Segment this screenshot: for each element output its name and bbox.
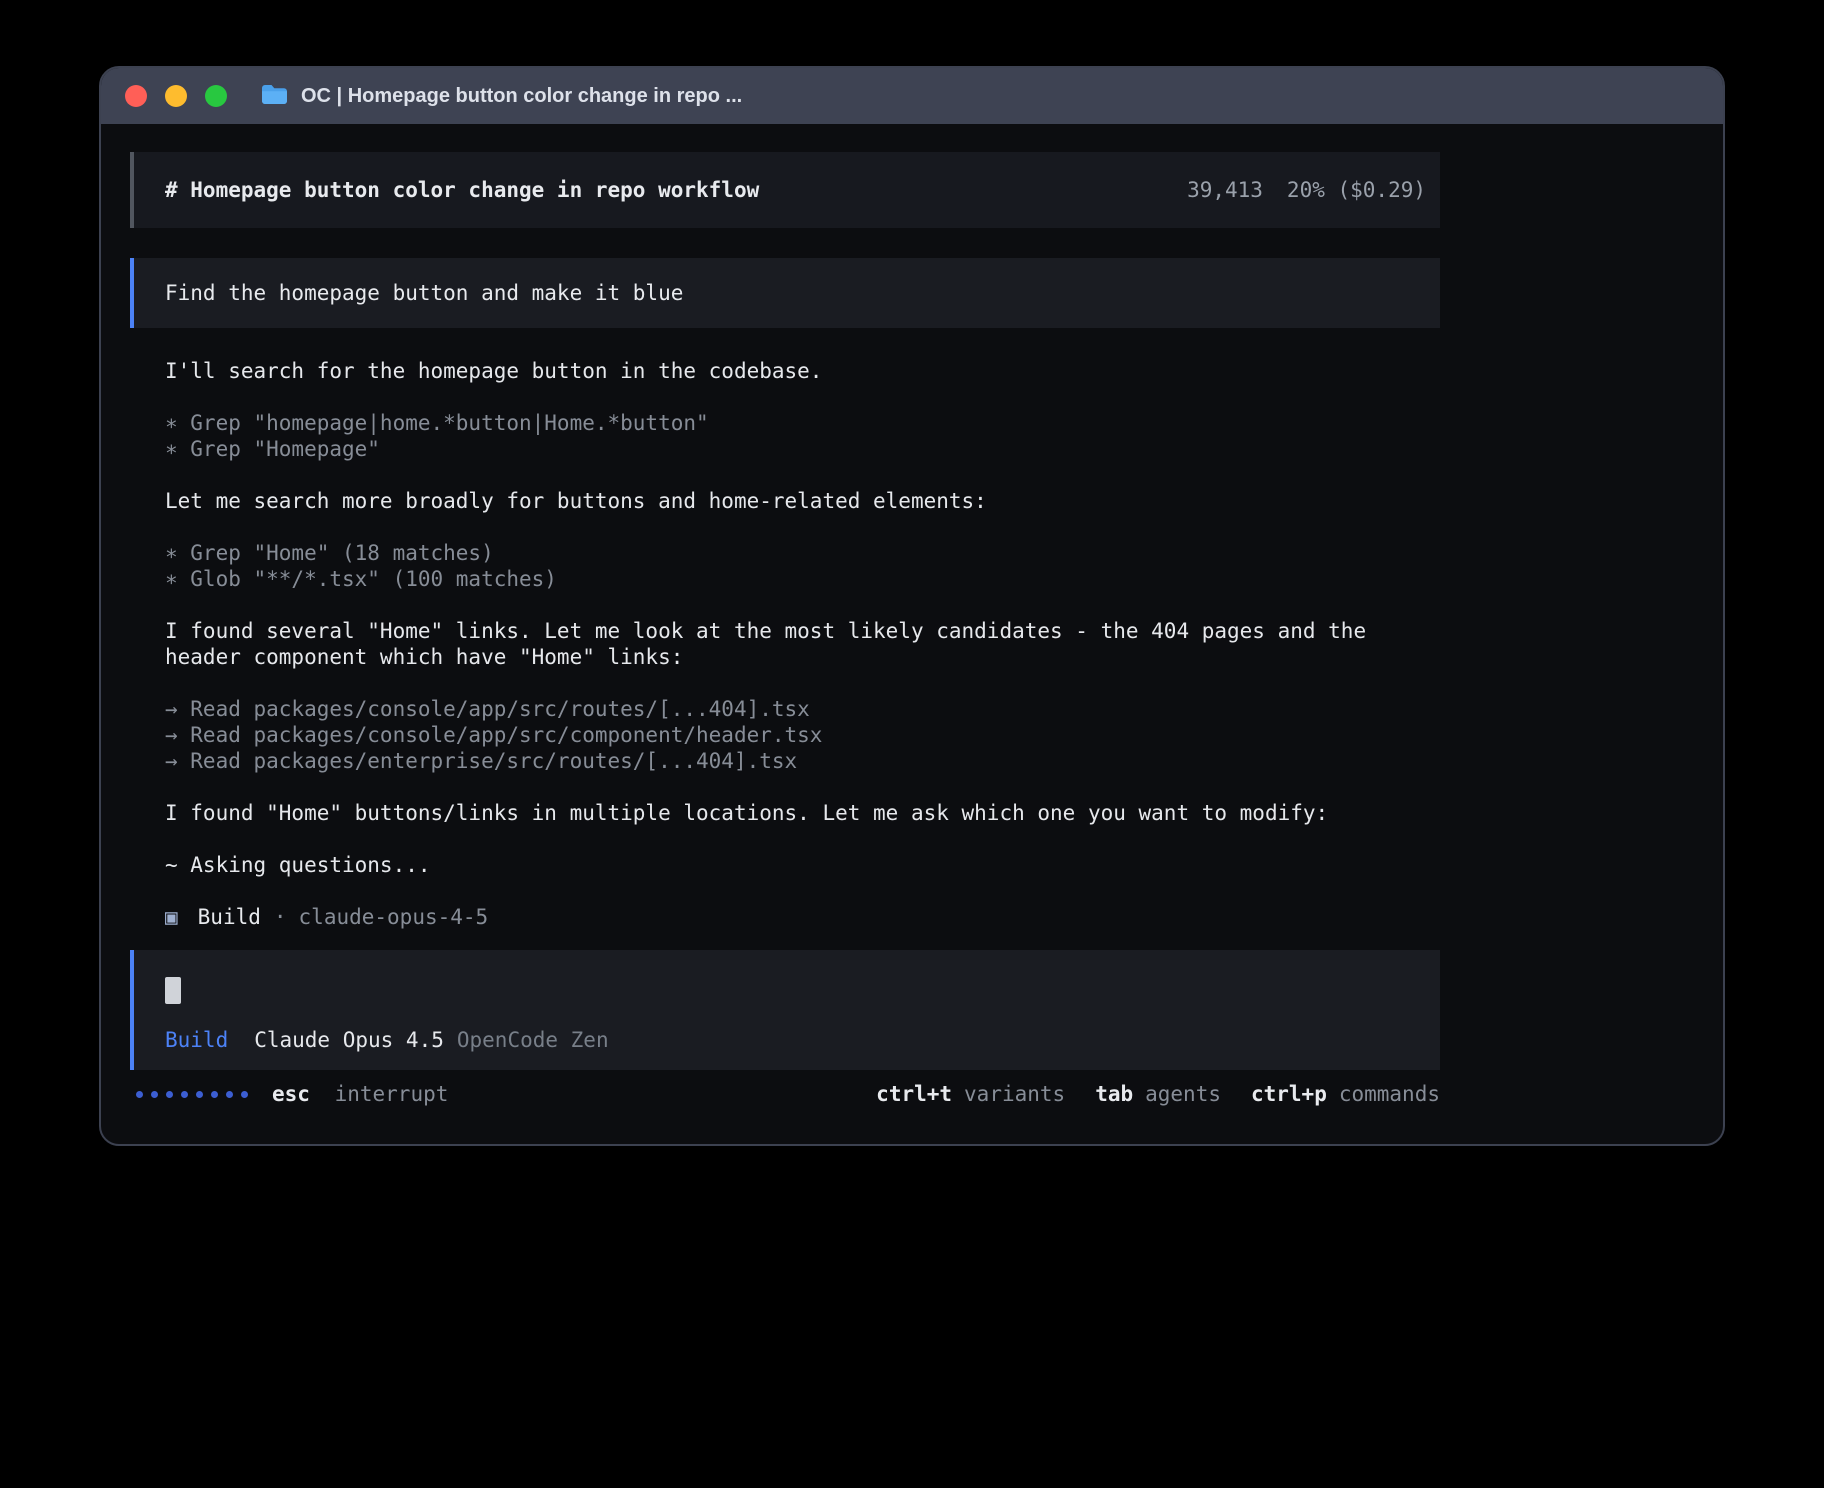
shortcut-label: variants (964, 1082, 1065, 1106)
blank-line (165, 384, 1440, 410)
text-cursor (165, 977, 181, 1004)
agent-model: claude-opus-4-5 (299, 905, 489, 929)
blank-line (165, 878, 1440, 904)
traffic-lights (125, 85, 227, 107)
shortcut-hint: ctrl+p commands (1251, 1082, 1440, 1106)
session-stats: 39,413 20% ($0.29) (1187, 178, 1426, 202)
terminal-window: OC | Homepage button color change in rep… (99, 66, 1725, 1146)
shortcut-label: commands (1339, 1082, 1440, 1106)
shortcut-label: agents (1145, 1082, 1221, 1106)
spinner-dot (166, 1091, 173, 1098)
spinner-dot (196, 1091, 203, 1098)
tool-call-line: → Read packages/console/app/src/routes/[… (165, 696, 1440, 722)
shortcut-hint: ctrl+t variants (876, 1082, 1065, 1106)
tool-call-line: → Read packages/enterprise/src/routes/[.… (165, 748, 1440, 774)
terminal-content: # Homepage button color change in repo w… (101, 124, 1723, 1107)
separator-dot: · (274, 905, 287, 929)
agent-name: Build (198, 905, 261, 929)
esc-hint: esc interrupt (272, 1082, 448, 1106)
shortcut-key: ctrl+p (1251, 1082, 1327, 1106)
minimize-button[interactable] (165, 85, 187, 107)
tool-call-line: → Read packages/console/app/src/componen… (165, 722, 1440, 748)
blank-line (165, 514, 1440, 540)
user-message: Find the homepage button and make it blu… (130, 258, 1440, 328)
assistant-text-line: I found "Home" buttons/links in multiple… (165, 800, 1440, 826)
spinner-dot (226, 1091, 233, 1098)
agent-icon: ▣ (165, 905, 178, 929)
folder-icon (261, 84, 288, 109)
spinner-dot (181, 1091, 188, 1098)
status-footer: esc interrupt ctrl+tvariantstabagentsctr… (130, 1081, 1440, 1107)
spinner-dot (151, 1091, 158, 1098)
mode-build[interactable]: Build (165, 1028, 228, 1052)
spinner-dot (241, 1091, 248, 1098)
window-title: OC | Homepage button color change in rep… (301, 85, 742, 108)
tool-call-line: ∗ Grep "homepage|home.*button|Home.*butt… (165, 410, 1440, 436)
assistant-text-line: Let me search more broadly for buttons a… (165, 488, 1440, 514)
assistant-text-line: header component which have "Home" links… (165, 644, 1440, 670)
spinner-dot (211, 1091, 218, 1098)
assistant-text-line: I found several "Home" links. Let me loo… (165, 618, 1440, 644)
window-title-group: OC | Homepage button color change in rep… (261, 84, 742, 109)
session-header: # Homepage button color change in repo w… (130, 152, 1440, 228)
esc-label: interrupt (335, 1082, 449, 1106)
provider-name: OpenCode Zen (457, 1028, 609, 1052)
tool-call-line: ∗ Grep "Homepage" (165, 436, 1440, 462)
tool-call-line: ∗ Glob "**/*.tsx" (100 matches) (165, 566, 1440, 592)
blank-line (165, 774, 1440, 800)
titlebar[interactable]: OC | Homepage button color change in rep… (101, 68, 1723, 124)
user-message-text: Find the homepage button and make it blu… (165, 281, 683, 305)
esc-key: esc (272, 1082, 310, 1106)
shortcut-key: tab (1095, 1082, 1133, 1106)
model-name[interactable]: Claude Opus 4.5 (254, 1028, 444, 1052)
assistant-text-line: ~ Asking questions... (165, 852, 1440, 878)
agent-status-row: ▣ Build · claude-opus-4-5 (165, 904, 1440, 930)
shortcut-hints: ctrl+t variants tab agents ctrl+p commands (876, 1082, 1440, 1106)
spinner-dot (136, 1091, 143, 1098)
context-cost: 20% ($0.29) (1287, 178, 1426, 202)
prompt-input[interactable]: Build Claude Opus 4.5 OpenCode Zen (130, 950, 1440, 1070)
composer-status-row: Build Claude Opus 4.5 OpenCode Zen (165, 1028, 1440, 1052)
token-count: 39,413 (1187, 178, 1263, 202)
assistant-text-line: I'll search for the homepage button in t… (165, 358, 1440, 384)
spinner-dots (136, 1091, 248, 1098)
tool-call-line: ∗ Grep "Home" (18 matches) (165, 540, 1440, 566)
zoom-button[interactable] (205, 85, 227, 107)
blank-line (165, 826, 1440, 852)
close-button[interactable] (125, 85, 147, 107)
assistant-transcript: I'll search for the homepage button in t… (130, 358, 1440, 930)
shortcut-hint: tab agents (1095, 1082, 1221, 1106)
blank-line (165, 670, 1440, 696)
blank-line (165, 462, 1440, 488)
blank-line (165, 592, 1440, 618)
session-title: # Homepage button color change in repo w… (165, 178, 759, 202)
shortcut-key: ctrl+t (876, 1082, 952, 1106)
